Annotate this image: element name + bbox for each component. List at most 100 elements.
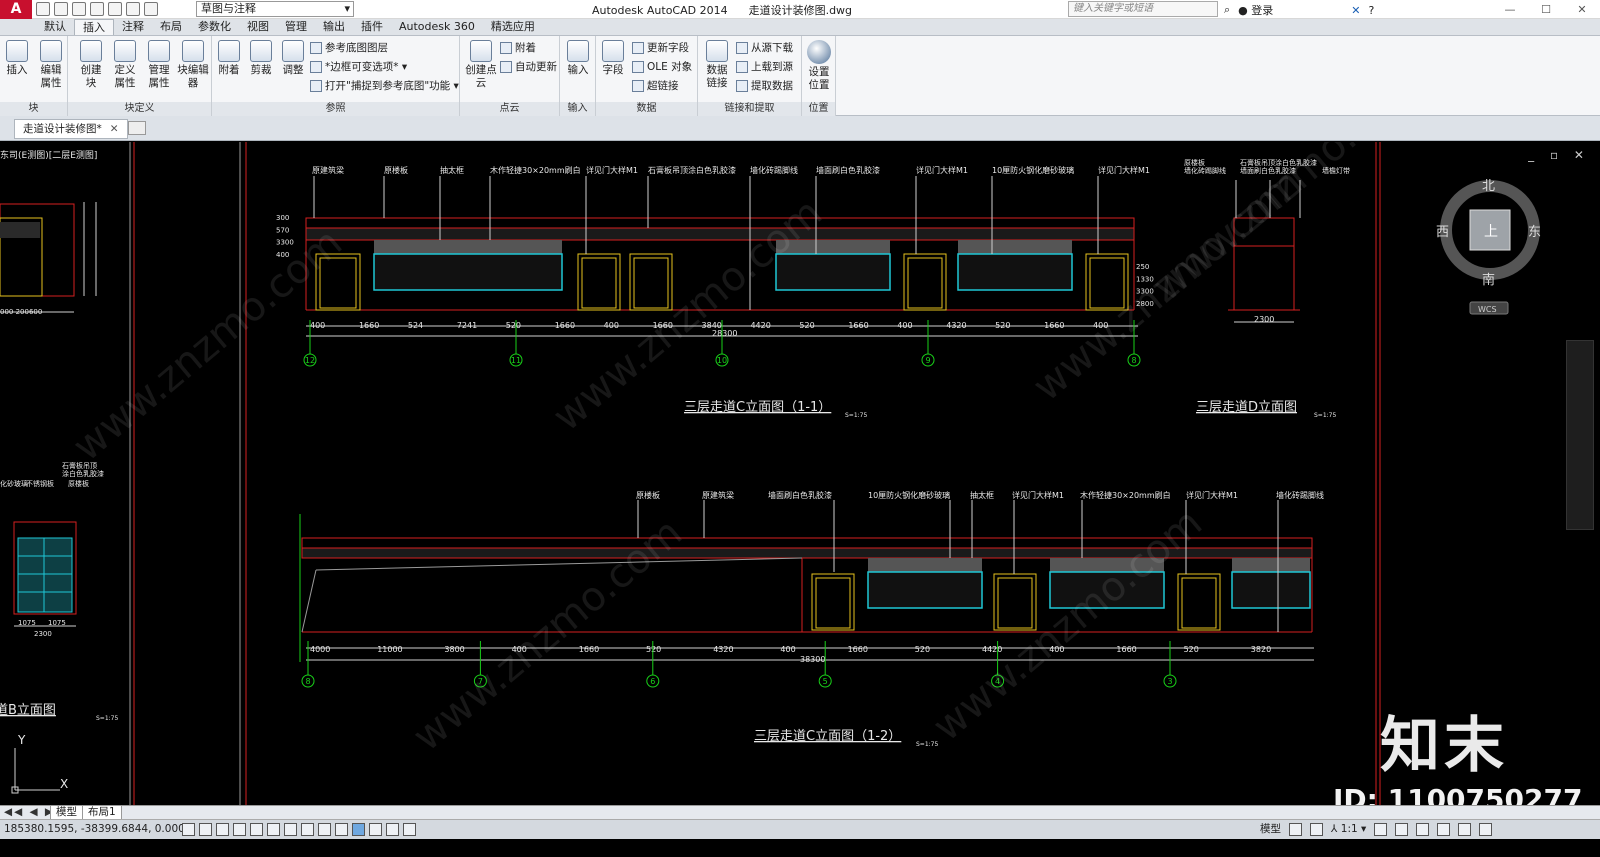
snap-underlay-select[interactable]: 打开"捕捉到参考底图"功能 ▾ — [310, 79, 459, 93]
panel-block-definition: 创建块 定义属性 管理属性 块编辑器 块定义 — [68, 36, 212, 116]
wcs-menu[interactable]: WCS — [1478, 305, 1497, 314]
tab-featured-apps[interactable]: 精选应用 — [483, 19, 543, 35]
document-tab[interactable]: 走道设计装修图* ✕ — [14, 119, 128, 139]
open-file-icon[interactable] — [54, 2, 68, 16]
grid-display-icon[interactable] — [216, 823, 229, 836]
compass-south[interactable]: 南 — [1482, 272, 1495, 288]
panel-point-cloud-title[interactable]: 点云 — [460, 102, 559, 116]
clip-button[interactable]: 剪裁 — [246, 40, 276, 77]
search-input[interactable]: 键入关键字或短语 — [1068, 1, 1218, 17]
tab-model[interactable]: 模型 — [50, 806, 83, 820]
update-fields-button[interactable]: 更新字段 — [632, 41, 689, 55]
tab-insert[interactable]: 插入 — [74, 19, 114, 35]
workspace-select[interactable]: 草图与注释 — [196, 1, 354, 17]
adjust-button[interactable]: 调整 — [278, 40, 308, 77]
coordinate-readout[interactable]: 185380.1595, -38399.6844, 0.0000 — [4, 820, 191, 839]
model-space-button[interactable]: 模型 — [1260, 820, 1281, 839]
save-as-icon[interactable] — [90, 2, 104, 16]
tab-layout[interactable]: 布局 — [152, 19, 190, 35]
compass-west[interactable]: 西 — [1436, 225, 1449, 240]
panel-block-title[interactable]: 块 — [0, 102, 67, 116]
data-link-button[interactable]: 数据链接 — [702, 40, 732, 90]
tab-parametric[interactable]: 参数化 — [190, 19, 239, 35]
dynamic-ucs-icon[interactable] — [318, 823, 331, 836]
3d-osnap-icon[interactable] — [284, 823, 297, 836]
drawing-canvas[interactable]: 原建筑梁 原楼板 抽太框 木作轻捷30×20mm刷白 详见门大样M1 石膏板吊顶… — [0, 142, 1600, 805]
autocad-logo-button[interactable]: A — [0, 0, 32, 19]
new-file-icon[interactable] — [36, 2, 50, 16]
help-button[interactable]: ? — [1369, 4, 1375, 17]
annotation-scale[interactable]: ⅄ 1:1 ▾ — [1331, 820, 1366, 839]
close-tab-icon[interactable]: ✕ — [110, 123, 119, 135]
import-button[interactable]: 输入 — [563, 40, 593, 77]
infer-constraints-icon[interactable] — [182, 823, 195, 836]
compass-east[interactable]: 东 — [1528, 225, 1541, 240]
clean-screen-icon[interactable] — [1479, 823, 1493, 836]
save-icon[interactable] — [72, 2, 86, 16]
tab-layout1[interactable]: 布局1 — [82, 806, 122, 820]
compass-north[interactable]: 北 — [1482, 179, 1495, 194]
isolate-objects-icon[interactable] — [1458, 823, 1472, 836]
binoculars-icon[interactable]: ⌕ — [1224, 3, 1230, 17]
set-location-button[interactable]: 设置位置 — [804, 40, 834, 92]
underlay-layers-button[interactable]: 参考底图图层 — [310, 41, 388, 55]
hardware-acceleration-icon[interactable] — [1437, 823, 1451, 836]
hyperlink-button[interactable]: 超链接 — [632, 79, 679, 93]
print-icon[interactable] — [108, 2, 122, 16]
lock-icon[interactable] — [1416, 823, 1430, 836]
selection-cycling-icon[interactable] — [403, 823, 416, 836]
ortho-mode-icon[interactable] — [233, 823, 246, 836]
snap-mode-icon[interactable] — [199, 823, 212, 836]
attach-button[interactable]: 附着 — [214, 40, 244, 77]
viewport-controls[interactable]: _ ▫ ✕ — [1528, 148, 1590, 162]
object-snap-tracking-icon[interactable] — [301, 823, 314, 836]
tab-annotate[interactable]: 注释 — [114, 19, 152, 35]
auto-update-button[interactable]: 自动更新 — [500, 60, 557, 74]
status-bar: 185380.1595, -38399.6844, 0.0000 模型 ⅄ 1:… — [0, 819, 1600, 839]
redo-icon[interactable] — [144, 2, 158, 16]
minimize-icon[interactable]: — — [1492, 0, 1528, 19]
polar-tracking-icon[interactable] — [250, 823, 263, 836]
panel-block-definition-title[interactable]: 块定义 — [68, 102, 211, 116]
annotation-visibility-icon[interactable] — [1374, 823, 1388, 836]
lineweight-icon[interactable] — [352, 823, 365, 836]
create-block-button[interactable]: 创建块 — [76, 40, 106, 90]
viewcube[interactable]: 上 北 南 西 东 WCS — [1436, 179, 1541, 315]
upload-to-source-button[interactable]: 上载到源 — [736, 60, 793, 74]
title-d: 三层走道D立面图 — [1196, 400, 1297, 415]
extract-data-button[interactable]: 提取数据 — [736, 79, 793, 93]
field-button[interactable]: 字段 — [598, 40, 628, 77]
tab-output[interactable]: 输出 — [315, 19, 353, 35]
maximize-icon[interactable]: ☐ — [1528, 0, 1564, 19]
close-icon[interactable]: ✕ — [1564, 0, 1600, 19]
tab-autodesk360[interactable]: Autodesk 360 — [391, 19, 483, 35]
tab-default[interactable]: 默认 — [36, 19, 74, 35]
block-editor-button[interactable]: 块编辑器 — [176, 40, 210, 90]
tab-view[interactable]: 视图 — [239, 19, 277, 35]
tab-manage[interactable]: 管理 — [277, 19, 315, 35]
manage-attributes-button[interactable]: 管理属性 — [144, 40, 174, 90]
new-tab-button[interactable] — [128, 121, 146, 135]
dynamic-input-icon[interactable] — [335, 823, 348, 836]
tab-plugins[interactable]: 插件 — [353, 19, 391, 35]
pc-attach-button[interactable]: 附着 — [500, 41, 536, 55]
navigation-bar[interactable] — [1566, 340, 1594, 530]
viewcube-top[interactable]: 上 — [1484, 224, 1498, 240]
edit-attributes-button[interactable]: 编辑属性 — [36, 40, 66, 90]
quick-properties-icon[interactable] — [386, 823, 399, 836]
frame-options-select[interactable]: *边框可变选项* ▾ — [310, 60, 407, 74]
object-snap-icon[interactable] — [267, 823, 280, 836]
define-attributes-button[interactable]: 定义属性 — [110, 40, 140, 90]
undo-icon[interactable] — [126, 2, 140, 16]
workspace-switching-icon[interactable] — [1395, 823, 1409, 836]
ole-object-button[interactable]: OLE 对象 — [632, 60, 692, 74]
transparency-icon[interactable] — [369, 823, 382, 836]
quick-view-layouts-icon[interactable] — [1289, 823, 1302, 836]
create-point-cloud-button[interactable]: 创建点云 — [464, 40, 498, 90]
exchange-icon[interactable]: ✕ — [1351, 4, 1360, 17]
insert-block-button[interactable]: 插入 — [2, 40, 32, 77]
quick-view-drawings-icon[interactable] — [1310, 823, 1323, 836]
download-from-source-button[interactable]: 从源下载 — [736, 41, 793, 55]
login-button[interactable]: ● 登录 — [1238, 2, 1273, 18]
panel-reference-title[interactable]: 参照 — [212, 102, 459, 116]
